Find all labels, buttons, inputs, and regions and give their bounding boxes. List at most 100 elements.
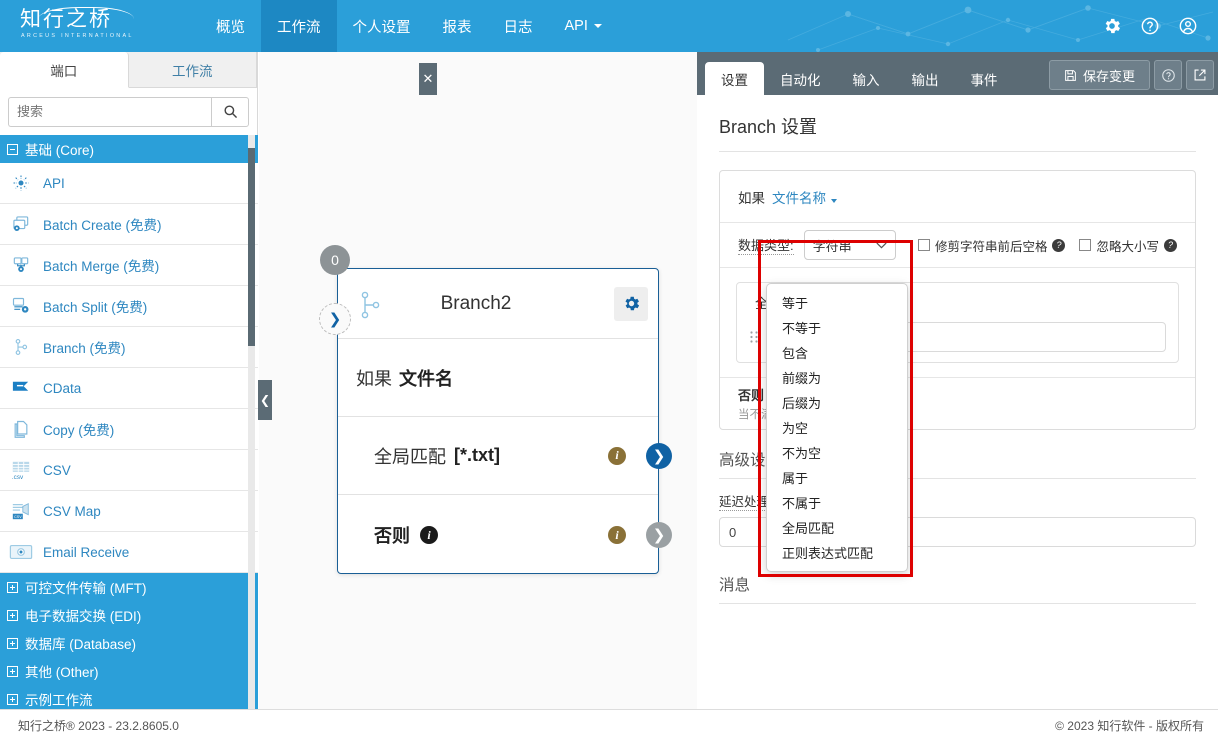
sidebar-tab-ports[interactable]: 端口: [0, 52, 129, 88]
dropdown-item-equals[interactable]: 等于: [767, 290, 907, 315]
dropdown-item-label: 不属于: [782, 496, 822, 511]
dropdown-item-contains[interactable]: 包含: [767, 340, 907, 365]
gear-icon[interactable]: [1102, 16, 1122, 36]
nav-item-workflow[interactable]: 工作流: [261, 0, 337, 52]
sidebar-group-other[interactable]: 其他 (Other): [0, 657, 258, 685]
panel-tab-bar: 设置 自动化 输入 输出 事件 保存变更: [697, 52, 1218, 95]
sidebar-group-core[interactable]: 基础 (Core): [0, 135, 258, 163]
dropdown-item-label: 不等于: [782, 321, 822, 336]
tab-input[interactable]: 输入: [837, 62, 896, 95]
search-input[interactable]: [8, 96, 211, 127]
operator-dropdown-menu[interactable]: 等于 不等于 包含 前缀为 后缀为 为空 不为空 属于 不属于 全局匹配 正则表…: [766, 283, 908, 572]
help-icon[interactable]: ?: [1052, 238, 1066, 252]
expand-toggle-icon: [7, 637, 18, 649]
node-row-match[interactable]: 全局匹配 [*.txt] i ❯: [338, 417, 672, 495]
divider: [719, 603, 1196, 604]
list-item[interactable]: CData: [0, 368, 258, 409]
sidebar-group-mft[interactable]: 可控文件传输 (MFT): [0, 573, 258, 601]
nav-item-personal-settings[interactable]: 个人设置: [337, 0, 427, 52]
workflow-node-branch2[interactable]: 0 ❯ Branch2 如果 文件名 全局匹配 [*.txt] i ❯ 否则 i…: [319, 245, 672, 575]
node-settings-button[interactable]: [614, 286, 648, 321]
port-list: 基础 (Core) API Batch Create (免费) Batch Me…: [0, 135, 258, 709]
node-output-connector[interactable]: ❯: [646, 443, 672, 469]
list-item[interactable]: Batch Merge (免费): [0, 245, 258, 286]
node-row-if[interactable]: 如果 文件名: [338, 339, 658, 417]
workflow-canvas[interactable]: 0 ❯ Branch2 如果 文件名 全局匹配 [*.txt] i ❯ 否则 i…: [259, 52, 697, 709]
list-item[interactable]: .csv CSV: [0, 450, 258, 491]
tab-automation[interactable]: 自动化: [764, 62, 837, 95]
field-selector[interactable]: 文件名称: [772, 187, 837, 207]
app-logo[interactable]: 知行之桥 ARCEUS INTERNATIONAL: [16, 6, 140, 48]
sidebar-group-edi[interactable]: 电子数据交换 (EDI): [0, 601, 258, 629]
info-icon[interactable]: i: [420, 526, 438, 544]
help-icon[interactable]: [1140, 16, 1160, 36]
node-row-else[interactable]: 否则 i i ❯: [338, 495, 672, 575]
list-item[interactable]: API: [0, 163, 258, 204]
tab-label: 输出: [911, 72, 939, 88]
scrollbar-thumb[interactable]: [248, 148, 255, 346]
tab-events[interactable]: 事件: [955, 62, 1014, 95]
sidebar-scrollbar[interactable]: [248, 135, 255, 709]
node-row-value: 文件名: [399, 368, 453, 389]
dropdown-item-not-in[interactable]: 不属于: [767, 490, 907, 515]
drag-handle-icon[interactable]: [749, 330, 759, 344]
dropdown-item-ends-with[interactable]: 后缀为: [767, 390, 907, 415]
node-row-value: [*.txt]: [454, 445, 500, 465]
search-button[interactable]: [211, 96, 249, 127]
dropdown-item-is-not-empty[interactable]: 不为空: [767, 440, 907, 465]
close-panel-button[interactable]: ✕: [419, 63, 437, 95]
gear-icon: [624, 296, 639, 311]
svg-text:CSV: CSV: [14, 515, 22, 519]
trim-whitespace-checkbox[interactable]: 修剪字符串前后空格 ?: [917, 236, 1066, 255]
dropdown-item-is-empty[interactable]: 为空: [767, 415, 907, 440]
sidebar-group-examples[interactable]: 示例工作流: [0, 685, 258, 709]
sidebar-group-database[interactable]: 数据库 (Database): [0, 629, 258, 657]
list-item[interactable]: Email Receive: [0, 532, 258, 573]
footer-copyright: © 2023 知行软件 - 版权所有: [1055, 719, 1204, 733]
user-icon[interactable]: [1178, 16, 1198, 36]
sidebar-tab-workflows[interactable]: 工作流: [129, 52, 257, 87]
copy-icon: [8, 418, 34, 440]
nav-item-reports[interactable]: 报表: [427, 0, 488, 52]
save-label: 保存变更: [1082, 68, 1135, 84]
dropdown-item-not-equals[interactable]: 不等于: [767, 315, 907, 340]
sidebar-collapse-handle[interactable]: ❮: [258, 380, 272, 420]
info-icon[interactable]: i: [608, 526, 626, 544]
list-item[interactable]: Copy (免费): [0, 409, 258, 450]
panel-popout-button[interactable]: [1186, 60, 1214, 90]
dropdown-item-label: 等于: [782, 296, 809, 311]
panel-help-button[interactable]: [1154, 60, 1182, 90]
dropdown-item-label: 前缀为: [782, 371, 822, 386]
list-item[interactable]: Batch Split (免费): [0, 286, 258, 327]
header-actions: [1102, 0, 1208, 52]
ignore-case-checkbox[interactable]: 忽略大小写 ?: [1079, 236, 1177, 255]
help-icon[interactable]: ?: [1164, 238, 1177, 252]
save-changes-button[interactable]: 保存变更: [1048, 60, 1150, 90]
tab-output[interactable]: 输出: [896, 62, 955, 95]
dropdown-item-label: 正则表达式匹配: [782, 546, 874, 561]
csv-map-icon: CSV: [8, 500, 34, 522]
group-label: 电子数据交换 (EDI): [25, 609, 142, 624]
dropdown-item-glob-match[interactable]: 全局匹配: [767, 515, 907, 540]
dropdown-item-in[interactable]: 属于: [767, 465, 907, 490]
tab-settings[interactable]: 设置: [705, 62, 764, 95]
nav-item-overview[interactable]: 概览: [200, 0, 261, 52]
nav-item-logs[interactable]: 日志: [488, 0, 549, 52]
expand-toggle-icon: [7, 693, 18, 705]
list-item[interactable]: Branch (免费): [0, 327, 258, 368]
list-item[interactable]: CSV CSV Map: [0, 491, 258, 532]
dropdown-item-label: 属于: [782, 471, 809, 486]
chevron-down-icon: [593, 24, 602, 28]
collapse-toggle-icon: [7, 143, 18, 155]
dropdown-item-label: 全局匹配: [782, 521, 835, 536]
datatype-select[interactable]: 字符串: [803, 230, 896, 260]
info-icon[interactable]: i: [608, 446, 626, 465]
email-receive-icon: [8, 541, 34, 563]
list-item-label: CSV: [43, 462, 71, 478]
dropdown-item-regex-match[interactable]: 正则表达式匹配: [767, 540, 907, 565]
dropdown-item-starts-with[interactable]: 前缀为: [767, 365, 907, 390]
node-output-connector[interactable]: ❯: [646, 522, 672, 548]
nav-label: 个人设置: [352, 19, 411, 36]
list-item[interactable]: Batch Create (免费): [0, 204, 258, 245]
nav-item-api[interactable]: API: [549, 0, 618, 52]
